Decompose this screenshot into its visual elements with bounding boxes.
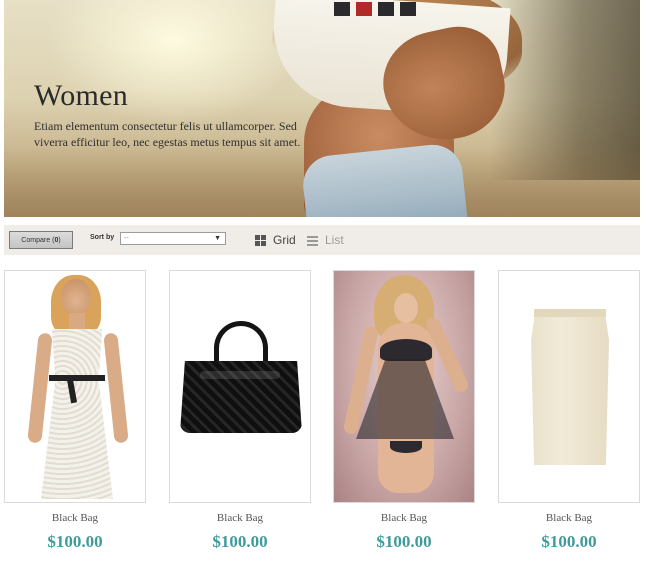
grid-icon [255, 234, 266, 246]
compare-button[interactable]: Compare (0) [9, 231, 73, 249]
product-image-dress[interactable] [4, 270, 146, 503]
product-image-skirt[interactable] [498, 270, 640, 503]
compare-label: Compare [21, 236, 51, 244]
product-card[interactable]: Black Bag $100.00 [169, 270, 311, 560]
sort-by-label: Sort by [90, 234, 115, 241]
grid-view-toggle[interactable]: Grid [255, 233, 296, 247]
list-view-toggle[interactable]: List [307, 233, 344, 247]
product-price: $100.00 [376, 532, 432, 551]
product-name[interactable]: Black Bag [4, 512, 146, 524]
sort-by-value: -- [124, 235, 129, 242]
product-price: $100.00 [541, 532, 597, 551]
product-name[interactable]: Black Bag [169, 512, 311, 524]
category-description: Etiam elementum consectetur felis ut ull… [34, 119, 301, 149]
product-price: $100.00 [212, 532, 268, 551]
product-toolbar: Compare (0) Sort by -- ▼ Grid List [4, 225, 640, 255]
compare-count: 0 [54, 236, 59, 244]
list-view-label: List [325, 233, 344, 247]
product-card[interactable]: Black Bag $100.00 [333, 270, 475, 560]
product-name[interactable]: Black Bag [498, 512, 640, 524]
sort-by-select[interactable]: -- ▼ [120, 232, 226, 245]
product-image-bag[interactable] [169, 270, 311, 503]
chevron-down-icon: ▼ [214, 235, 221, 242]
product-price: $100.00 [47, 532, 103, 551]
product-image-lingerie[interactable] [333, 270, 475, 503]
grid-view-label: Grid [273, 233, 296, 247]
category-title: Women [34, 79, 129, 112]
category-banner: Women Etiam elementum consectetur felis … [4, 0, 640, 217]
list-icon [307, 235, 318, 246]
product-grid: Black Bag $100.00 Black Bag $100.00 Blac… [4, 270, 640, 573]
product-card[interactable]: Black Bag $100.00 [4, 270, 146, 560]
product-name[interactable]: Black Bag [333, 512, 475, 524]
product-card[interactable]: Black Bag $100.00 [498, 270, 640, 560]
